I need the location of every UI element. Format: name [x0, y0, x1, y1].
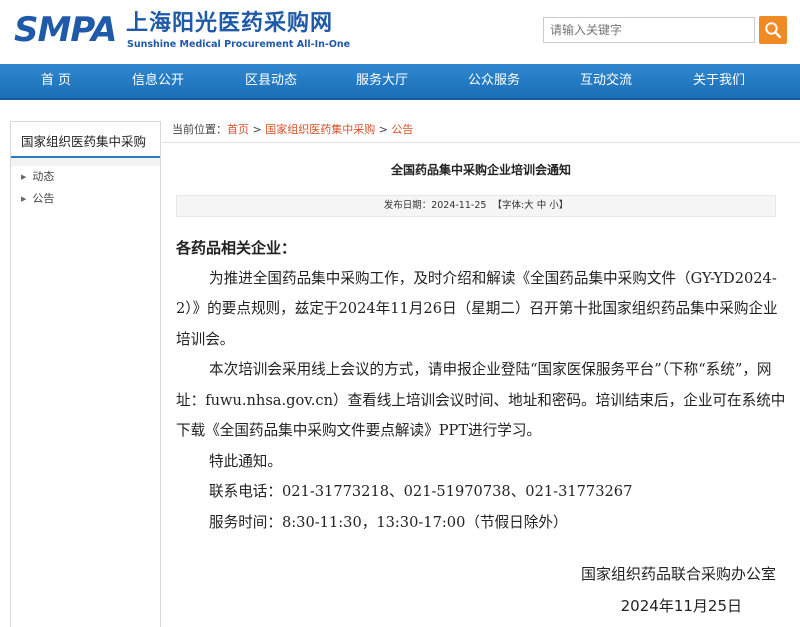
breadcrumb-section-link[interactable]: 国家组织医药集中采购 [265, 123, 375, 136]
font-size-large-button[interactable]: 大 [524, 200, 534, 211]
article-meta-bar: 发布日期：2024-11-25 【字体:大 中 小】 [176, 195, 776, 217]
triangle-right-icon: ▶ [21, 173, 27, 181]
sidebar-divider [11, 158, 160, 166]
search-icon [765, 22, 782, 39]
font-size-label: 【字体: [492, 200, 525, 211]
service-hours: 服务时间：8:30-11:30，13:30-17:00（节假日除外） [209, 513, 568, 531]
triangle-right-icon: ▶ [21, 195, 27, 203]
nav-service-hall[interactable]: 服务大厅 [332, 64, 432, 98]
nav-about-us[interactable]: 关于我们 [669, 64, 769, 98]
sidebar-item-label: 公告 [32, 192, 55, 205]
article-title: 全国药品集中采购企业培训会通知 [390, 163, 571, 177]
main-nav: 首 页 信息公开 区县动态 服务大厅 公众服务 互动交流 关于我们 [0, 64, 800, 100]
signer: 国家组织药品联合采购办公室 [580, 565, 776, 583]
nav-info-disclosure[interactable]: 信息公开 [108, 64, 208, 98]
sidebar-item-announcements[interactable]: ▶ 公告 [11, 188, 160, 210]
breadcrumb-divider [162, 142, 800, 143]
article-paragraph: 为推进全国药品集中采购工作，及时介绍和解读《全国药品集中采购文件（GY-YD20… [176, 269, 778, 348]
font-size-medium-button[interactable]: 中 [537, 200, 547, 211]
publish-date: 发布日期：2024-11-25 [383, 200, 487, 211]
nav-interaction[interactable]: 互动交流 [556, 64, 656, 98]
breadcrumb-home-link[interactable]: 首页 [227, 123, 249, 136]
breadcrumb-separator: > [375, 123, 392, 136]
nav-home[interactable]: 首 页 [6, 64, 106, 98]
contact-phone: 联系电话：021-31773218、021-51970738、021-31773… [209, 483, 633, 500]
font-size-bracket: 】 [558, 200, 569, 211]
article-paragraph: 本次培训会采用线上会议的方式，请申报企业登陆“国家医保服务平台”（下称“系统”，… [176, 361, 786, 439]
search-button[interactable] [759, 16, 787, 44]
main-content: 当前位置：首页 > 国家组织医药集中采购 > 公告 全国药品集中采购企业培训会通… [162, 115, 800, 627]
font-size-small-button[interactable]: 小 [549, 200, 559, 211]
breadcrumb-prefix: 当前位置： [172, 123, 227, 136]
nav-public-service[interactable]: 公众服务 [444, 64, 544, 98]
logo-mark: SMPA [14, 10, 117, 50]
article-body: 各药品相关企业： 为推进全国药品集中采购工作，及时介绍和解读《全国药品集中采购文… [176, 233, 788, 538]
article-closing: 特此通知。 [209, 452, 282, 470]
sign-date: 2024年11月25日 [620, 597, 742, 615]
sidebar: 国家组织医药集中采购 ▶ 动态 ▶ 公告 [10, 121, 161, 627]
search-input[interactable] [543, 17, 755, 43]
sidebar-title: 国家组织医药集中采购 [11, 122, 160, 158]
breadcrumb-current-link[interactable]: 公告 [391, 123, 413, 136]
nav-district-news[interactable]: 区县动态 [221, 64, 321, 98]
article-salutation: 各药品相关企业： [176, 239, 297, 257]
logo-chinese-name: 上海阳光医药采购网 [126, 11, 334, 36]
logo-english-name: Sunshine Medical Procurement All-In-One [127, 39, 351, 50]
breadcrumb-separator: > [249, 123, 266, 136]
breadcrumb: 当前位置：首页 > 国家组织医药集中采购 > 公告 [172, 121, 413, 137]
sidebar-item-news[interactable]: ▶ 动态 [11, 166, 160, 188]
sidebar-item-label: 动态 [32, 170, 55, 183]
site-header: SMPA 上海阳光医药采购网 Sunshine Medical Procurem… [0, 0, 800, 64]
